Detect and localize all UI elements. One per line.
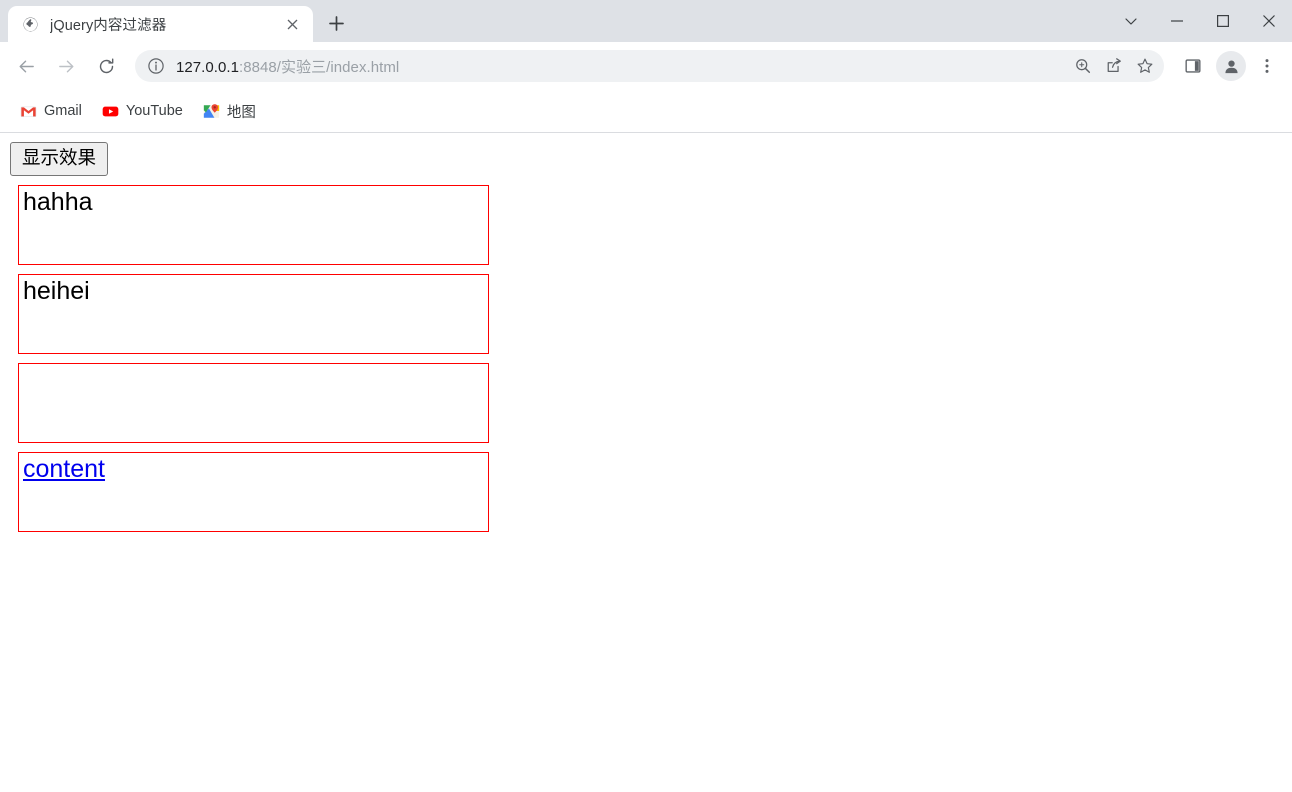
side-panel-icon[interactable]: [1176, 49, 1210, 83]
title-bar: jQuery内容过滤器: [0, 0, 1292, 42]
tab-title: jQuery内容过滤器: [50, 17, 167, 34]
page-viewport: 显示效果 hahha heihei content: [0, 133, 1292, 792]
url-host: 127.0.0.1: [176, 58, 240, 76]
show-effect-button[interactable]: 显示效果: [10, 142, 109, 177]
content-box-text: heihei: [23, 277, 90, 306]
minimize-button[interactable]: [1154, 0, 1200, 42]
url-path: :8848/实验三/index.html: [239, 58, 400, 76]
zoom-in-icon[interactable]: [1068, 51, 1098, 81]
close-icon[interactable]: [281, 13, 303, 35]
three-dot-menu-icon[interactable]: [1250, 49, 1284, 83]
reload-button[interactable]: [89, 49, 123, 83]
back-button[interactable]: [9, 49, 43, 83]
tab-search-button[interactable]: [1108, 0, 1154, 42]
window-controls: [1108, 0, 1292, 42]
new-tab-button[interactable]: [319, 6, 353, 40]
bookmark-maps[interactable]: 地图: [195, 97, 264, 125]
browser-tab[interactable]: jQuery内容过滤器: [8, 6, 313, 42]
close-button[interactable]: [1246, 0, 1292, 42]
address-bar[interactable]: 127.0.0.1:8848/实验三/index.html: [135, 50, 1164, 82]
info-circle-icon[interactable]: [147, 57, 165, 75]
content-box-3: [18, 363, 489, 444]
content-box-1: hahha: [18, 185, 489, 266]
youtube-icon: [102, 103, 119, 120]
gmail-icon: [20, 103, 37, 120]
content-box-2: heihei: [18, 274, 489, 355]
navigation-toolbar: 127.0.0.1:8848/实验三/index.html: [0, 42, 1292, 90]
content-box-text: hahha: [23, 188, 93, 217]
bookmark-label: 地图: [226, 104, 256, 121]
omnibox-actions: [1067, 51, 1160, 81]
browser-window: jQuery内容过滤器 127.0.0.1:8848/实验三/index.htm…: [0, 0, 1292, 792]
bookmark-gmail[interactable]: Gmail: [12, 97, 90, 125]
globe-icon: [22, 16, 39, 33]
tab-strip: jQuery内容过滤器: [0, 0, 353, 42]
bookmarks-bar: Gmail YouTube 地图: [0, 90, 1292, 133]
google-maps-icon: [203, 103, 220, 120]
person-avatar-icon[interactable]: [1216, 51, 1246, 81]
share-icon[interactable]: [1099, 51, 1129, 81]
bookmark-label: YouTube: [125, 103, 183, 119]
content-box-4: content: [18, 452, 489, 533]
address-bar-url: 127.0.0.1:8848/实验三/index.html: [176, 56, 1067, 77]
star-icon[interactable]: [1130, 51, 1160, 81]
forward-button[interactable]: [49, 49, 83, 83]
content-link[interactable]: content: [23, 455, 105, 483]
bookmark-youtube[interactable]: YouTube: [94, 97, 191, 125]
bookmark-label: Gmail: [44, 103, 82, 119]
maximize-button[interactable]: [1200, 0, 1246, 42]
